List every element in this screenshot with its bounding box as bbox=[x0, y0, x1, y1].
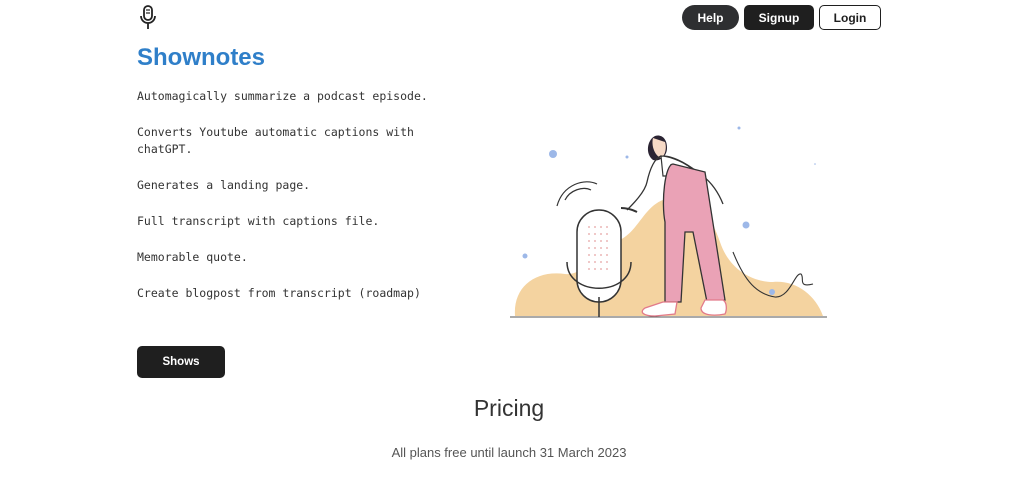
signup-button[interactable]: Signup bbox=[744, 5, 814, 30]
help-button[interactable]: Help bbox=[682, 5, 739, 30]
woman-with-microphone-illustration bbox=[510, 126, 827, 318]
feature-item: Generates a landing page. bbox=[137, 178, 311, 192]
pricing-subtitle: All plans free until launch 31 March 202… bbox=[391, 445, 627, 460]
feature-item: Converts Youtube automatic captions with… bbox=[137, 125, 414, 156]
feature-item: Full transcript with captions file. bbox=[137, 214, 380, 228]
page-title: Shownotes bbox=[137, 44, 266, 71]
feature-item: Memorable quote. bbox=[137, 250, 248, 264]
feature-item: Automagically summarize a podcast episod… bbox=[137, 89, 428, 103]
shows-button[interactable]: Shows bbox=[137, 346, 225, 378]
top-nav: Help Signup Login bbox=[682, 5, 881, 30]
microphone-icon[interactable] bbox=[138, 5, 158, 31]
feature-list: Automagically summarize a podcast episod… bbox=[137, 88, 437, 321]
login-button[interactable]: Login bbox=[819, 5, 881, 30]
feature-item: Create blogpost from transcript (roadmap… bbox=[137, 286, 421, 300]
pricing-title: Pricing bbox=[473, 395, 545, 421]
